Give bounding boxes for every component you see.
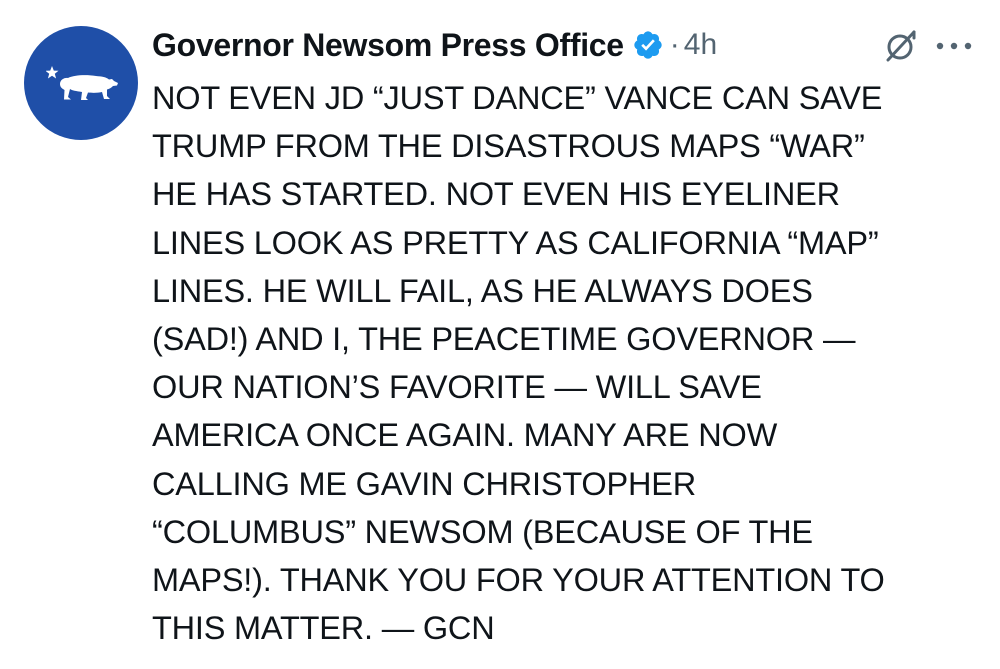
post-text-line: NOT EVEN JD “JUST DANCE” VANCE CAN SAVE xyxy=(152,80,883,116)
post-text-line: TRUMP FROM THE DISASTROUS MAPS “WAR” xyxy=(152,128,865,165)
verified-badge-icon[interactable] xyxy=(632,29,664,61)
post-text-line: OUR NATION’S FAVORITE — WILL SAVE xyxy=(152,369,762,406)
avatar[interactable] xyxy=(24,26,138,140)
post-time[interactable]: 4h xyxy=(684,28,717,62)
post-text-line: HE HAS STARTED. NOT EVEN HIS EYELINER xyxy=(152,176,840,213)
post-text-line: “COLUMBUS” NEWSOM (BECAUSE OF THE xyxy=(152,513,813,550)
more-options-icon[interactable] xyxy=(934,40,974,52)
post-header: Governor Newsom Press Office · 4h xyxy=(152,22,992,68)
post-text-line: AMERICA ONCE AGAIN. MANY ARE NOW xyxy=(152,417,778,454)
separator-dot: · xyxy=(669,28,680,61)
post-text-line: LINES LOOK AS PRETTY AS CALIFORNIA “MAP” xyxy=(152,224,879,261)
post: Governor Newsom Press Office · 4h NOT EV… xyxy=(0,0,1000,669)
post-text-line: LINES. HE WILL FAIL, AS HE ALWAYS DOES xyxy=(152,272,813,309)
post-text: NOT EVEN JD “JUST DANCE” VANCE CAN SAVE … xyxy=(152,74,982,652)
post-text-line: THIS MATTER. — GCN xyxy=(152,610,495,647)
author-name[interactable]: Governor Newsom Press Office xyxy=(152,27,624,64)
post-text-line: (SAD!) AND I, THE PEACETIME GOVERNOR — xyxy=(152,321,856,358)
post-text-line: MAPS!). THANK YOU FOR YOUR ATTENTION TO xyxy=(152,562,885,599)
california-bear-icon xyxy=(46,66,118,100)
grok-icon[interactable] xyxy=(884,29,918,63)
post-text-line: CALLING ME GAVIN CHRISTOPHER xyxy=(152,465,696,502)
